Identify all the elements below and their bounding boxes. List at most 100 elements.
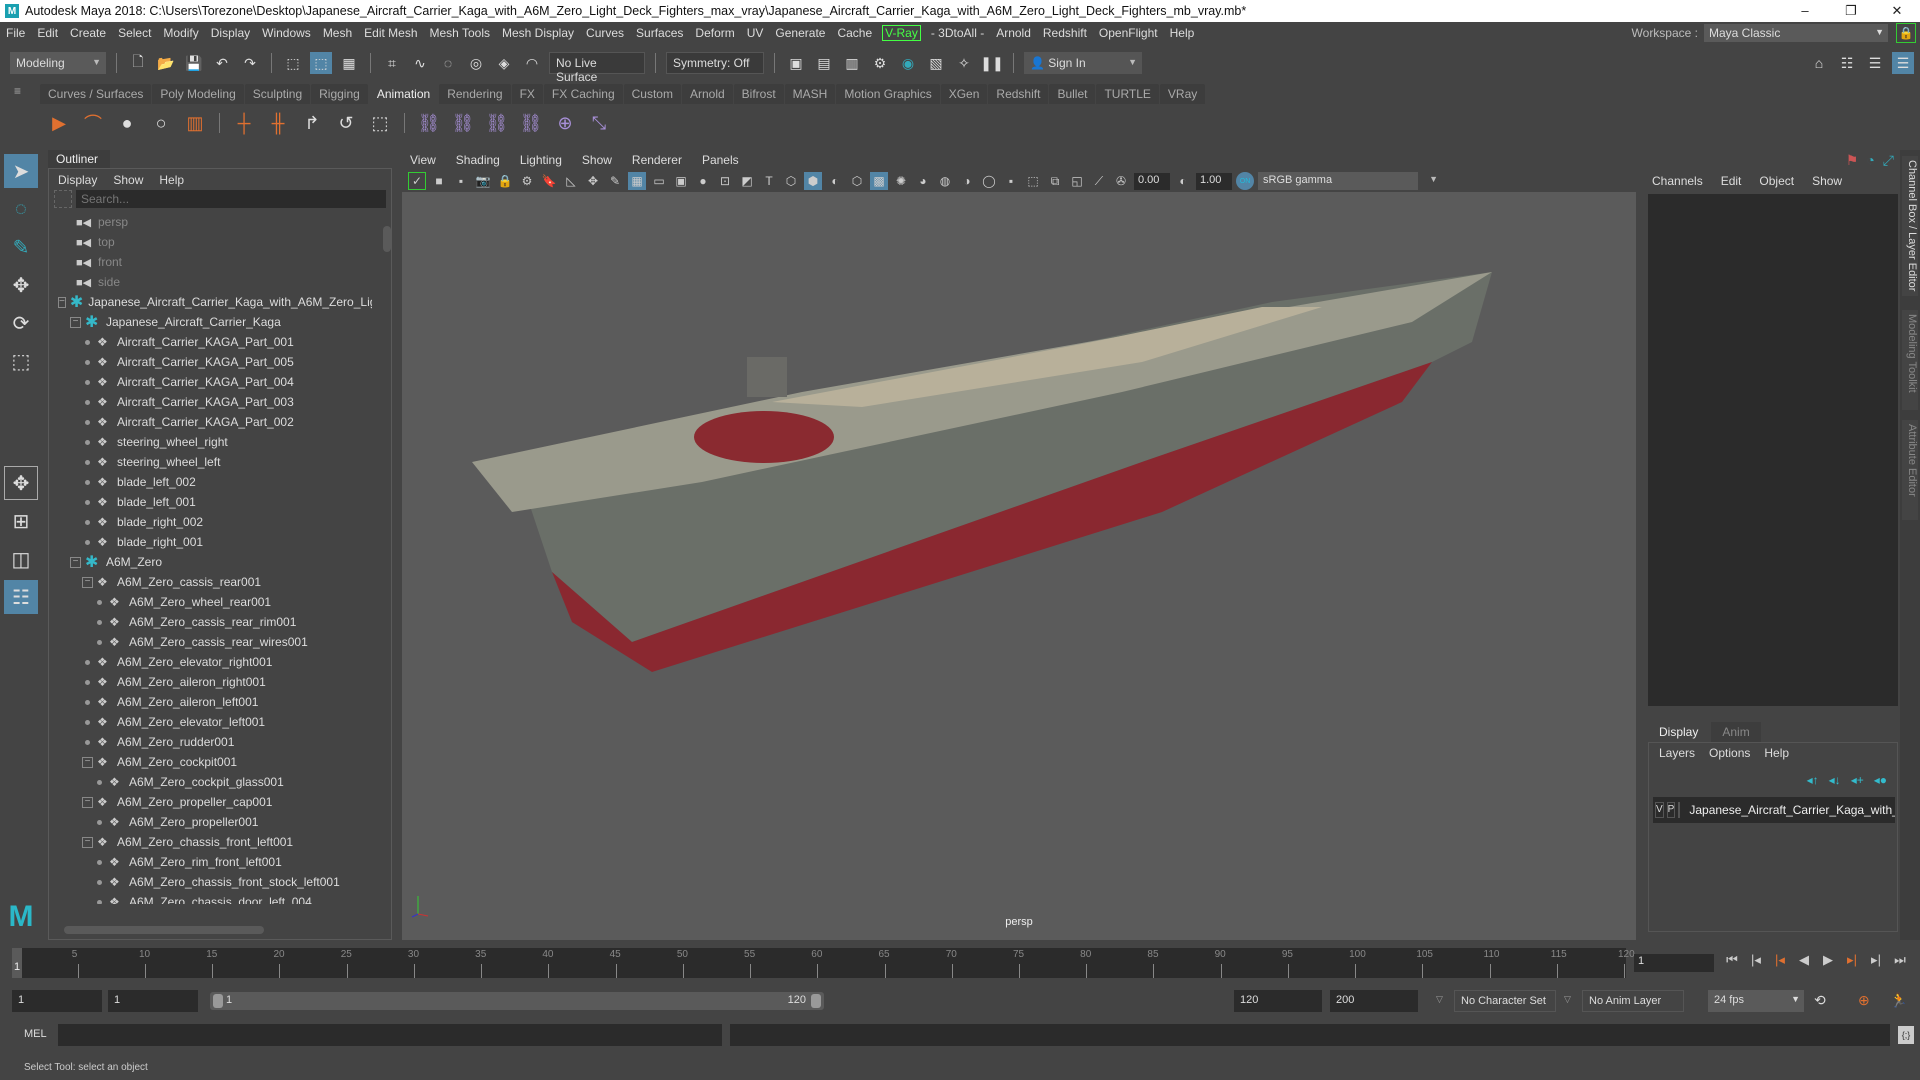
layer-tab-anim[interactable]: Anim [1711, 722, 1761, 742]
animation-start-field[interactable]: 1 [12, 990, 102, 1012]
wireframe-icon[interactable]: ⬡ [782, 172, 800, 190]
anim-layer-arrow-icon[interactable]: ▽ [1564, 994, 1571, 1005]
shelf-tab-fx[interactable]: FX [511, 84, 543, 104]
anim-preferences-icon[interactable]: 🏃 [1890, 992, 1907, 1009]
outliner-menu-help[interactable]: Help [159, 173, 184, 187]
two-view-icon[interactable]: ◫ [4, 542, 38, 576]
workspace-dropdown[interactable]: Maya Classic [1704, 24, 1888, 42]
render-view-icon[interactable]: ▣ [785, 52, 807, 74]
go-to-start-icon[interactable]: ⏮ [1722, 952, 1742, 968]
outliner-vertical-scrollbar[interactable] [382, 212, 392, 904]
viewport-menu-show[interactable]: Show [582, 153, 612, 167]
viewport-menu-view[interactable]: View [410, 153, 436, 167]
shelf-tab-poly-modeling[interactable]: Poly Modeling [152, 84, 244, 104]
layers-help-menu[interactable]: Help [1764, 746, 1789, 760]
current-time-marker[interactable]: 1 [12, 948, 22, 978]
camera-icon[interactable]: 📷 [474, 172, 492, 190]
side-tab-modeling-toolkit[interactable]: Modeling Toolkit [1902, 310, 1918, 410]
select-hierarchy-icon[interactable]: ⬚ [282, 52, 304, 74]
shelf-tab-rendering[interactable]: Rendering [439, 84, 511, 104]
playblast-icon[interactable]: ▶ [45, 109, 73, 137]
modeling-toolkit-icon[interactable]: ⌂ [1808, 52, 1830, 74]
animation-end-field[interactable]: 200 [1330, 990, 1418, 1012]
outliner-camera-front[interactable]: ■◀ front [50, 252, 372, 272]
shelf-tab-motion-graphics[interactable]: Motion Graphics [836, 84, 940, 104]
menu-deform[interactable]: Deform [689, 26, 740, 40]
scale-constraint-icon[interactable]: ⛓ [517, 109, 545, 137]
outliner-item[interactable]: ❖ Aircraft_Carrier_KAGA_Part_002 [50, 412, 372, 432]
outliner-item[interactable]: ❖ Aircraft_Carrier_KAGA_Part_001 [50, 332, 372, 352]
shelf-tab-custom[interactable]: Custom [623, 84, 681, 104]
isolate-select-icon[interactable]: ⬚ [1024, 172, 1042, 190]
anim-layer-dropdown[interactable]: No Anim Layer [1582, 990, 1684, 1012]
menu-help[interactable]: Help [1164, 26, 1201, 40]
outliner-item[interactable]: − ✱ A6M_Zero [50, 552, 372, 572]
outliner-item[interactable]: ❖ steering_wheel_right [50, 432, 372, 452]
layers-menu[interactable]: Layers [1659, 746, 1695, 760]
go-to-end-icon[interactable]: ⏭ [1890, 952, 1910, 968]
use-all-lights-icon[interactable]: ✺ [892, 172, 910, 190]
gate-mask-icon[interactable]: ● [694, 172, 712, 190]
fps-dropdown[interactable]: 24 fps [1708, 990, 1804, 1012]
outliner-item[interactable]: ❖ blade_left_002 [50, 472, 372, 492]
collapse-toggle[interactable]: − [82, 796, 93, 808]
parent-constraint-icon[interactable]: ⛓ [415, 109, 443, 137]
menu-uv[interactable]: UV [741, 26, 770, 40]
grease-pencil-icon[interactable]: ✎ [606, 172, 624, 190]
menu-vray[interactable]: V-Ray [882, 25, 921, 41]
view-transform-dropdown[interactable]: sRGB gamma [1258, 172, 1438, 190]
menu-create[interactable]: Create [64, 26, 112, 40]
range-start-handle[interactable] [213, 994, 223, 1008]
snap-surface-icon[interactable]: ◈ [493, 52, 515, 74]
motion-blur-icon[interactable]: ◑ [958, 172, 976, 190]
outliner-item[interactable]: ❖ A6M_Zero_aileron_right001 [50, 672, 372, 692]
outliner-item[interactable]: ❖ A6M_Zero_chassis_front_stock_left001 [50, 872, 372, 892]
outliner-item[interactable]: ❖ blade_left_001 [50, 492, 372, 512]
shelf-tab-redshift[interactable]: Redshift [988, 84, 1049, 104]
vray-toggle-icon[interactable]: ✓ [408, 172, 426, 190]
select-components-icon[interactable]: ▦ [338, 52, 360, 74]
time-slider[interactable]: 1 5 10 15 20 25 30 35 40 45 50 55 60 65 70 75 80 85 90 95 1… [12, 948, 1635, 978]
collapse-toggle[interactable]: − [82, 836, 93, 848]
render-settings-icon[interactable]: ⚙ [869, 52, 891, 74]
shelf-tab-bullet[interactable]: Bullet [1049, 84, 1096, 104]
ghost-selected-icon[interactable]: ● [113, 109, 141, 137]
layers-options-menu[interactable]: Options [1709, 746, 1750, 760]
shelf-tab-xgen[interactable]: XGen [940, 84, 988, 104]
move-tool-icon[interactable]: ✥ [4, 268, 38, 302]
close-button[interactable]: ✕ [1874, 0, 1920, 22]
outliner-item[interactable]: ❖ Aircraft_Carrier_KAGA_Part_005 [50, 352, 372, 372]
3d-scene[interactable]: persp [402, 192, 1636, 940]
move-layer-down-icon[interactable]: ◂↓ [1829, 773, 1841, 787]
move-layer-up-icon[interactable]: ◂↑ [1807, 773, 1819, 787]
shelf-tab-vray[interactable]: VRay [1159, 84, 1206, 104]
render-current-frame-icon[interactable]: ▤ [813, 52, 835, 74]
outliner-item[interactable]: ❖ A6M_Zero_elevator_left001 [50, 712, 372, 732]
light-editor-icon[interactable]: ✧ [953, 52, 975, 74]
outliner-search-input[interactable] [76, 190, 386, 208]
collapse-toggle[interactable]: − [70, 556, 81, 568]
channels-show-menu[interactable]: Show [1812, 174, 1842, 188]
outliner-item[interactable]: − ❖ A6M_Zero_cockpit001 [50, 752, 372, 772]
play-forwards-icon[interactable]: ▶ [1818, 952, 1838, 968]
outliner-camera-persp[interactable]: ■◀ persp [50, 212, 372, 232]
outliner-camera-top[interactable]: ■◀ top [50, 232, 372, 252]
outliner-item[interactable]: ❖ blade_right_002 [50, 512, 372, 532]
menu-arnold[interactable]: Arnold [990, 26, 1037, 40]
menu-file[interactable]: File [0, 26, 31, 40]
image-plane-icon[interactable]: ◺ [562, 172, 580, 190]
step-back-frame-icon[interactable]: |◂ [1746, 952, 1766, 968]
snap-point-icon[interactable]: ◌ [437, 52, 459, 74]
wireframe-on-shaded-icon[interactable]: ⬡ [848, 172, 866, 190]
shadows-icon[interactable]: ◕ [914, 172, 932, 190]
play-backwards-icon[interactable]: ◀ [1794, 952, 1814, 968]
layer-row[interactable]: V P Japanese_Aircraft_Carrier_Kaga_with_ [1653, 797, 1895, 823]
outliner-tab[interactable]: Outliner [48, 150, 110, 168]
menu-3dtoall[interactable]: - 3DtoAll - [925, 26, 990, 40]
pole-vector-constraint-icon[interactable]: ⤡ [585, 109, 613, 137]
outliner-camera-side[interactable]: ■◀ side [50, 272, 372, 292]
collapse-toggle[interactable]: − [58, 296, 66, 308]
outliner-item[interactable]: − ✱ Japanese_Aircraft_Carrier_Kaga [50, 312, 372, 332]
select-tool-icon[interactable]: ➤ [4, 154, 38, 188]
save-scene-icon[interactable]: 💾 [183, 52, 205, 74]
